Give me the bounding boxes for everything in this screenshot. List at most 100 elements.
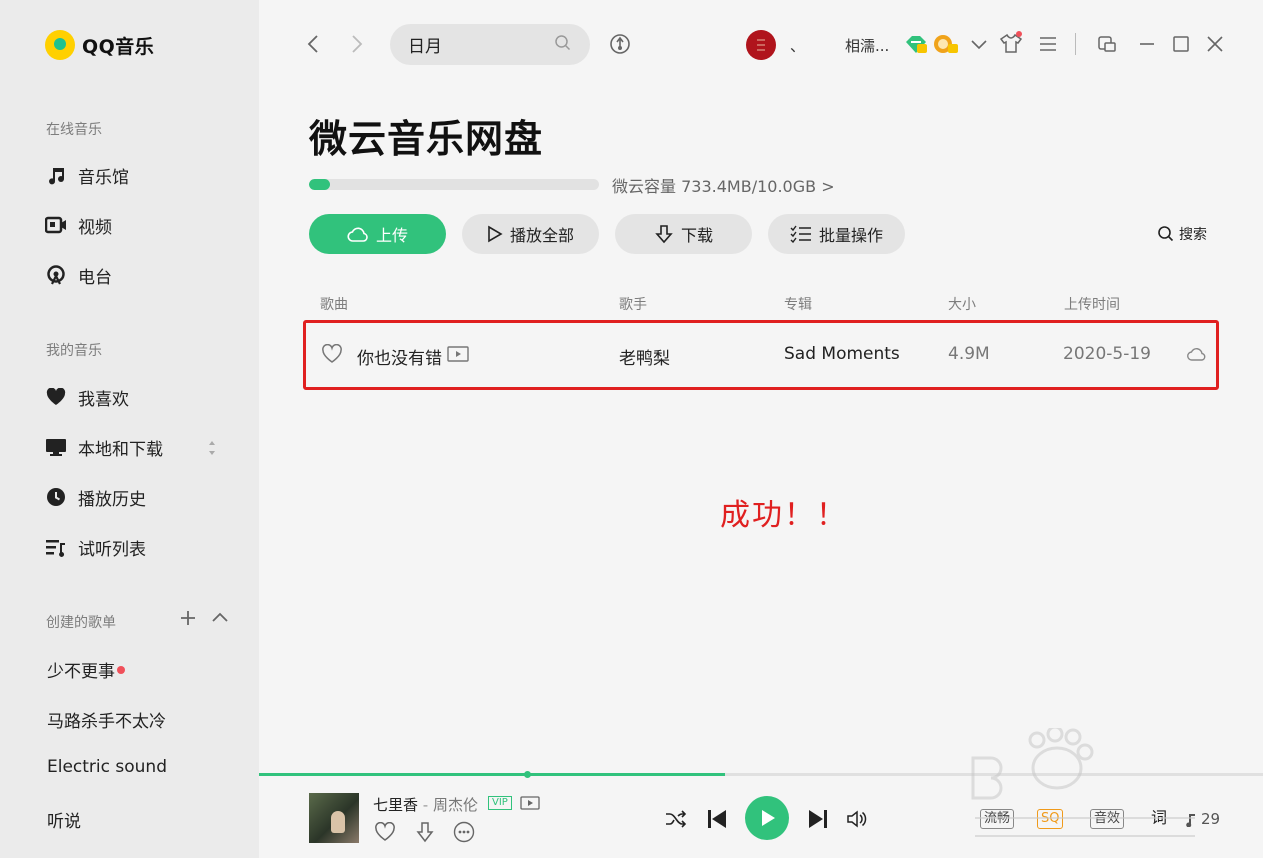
upload-button[interactable]: 上传 (309, 214, 446, 254)
playlist-count: 29 (1201, 810, 1221, 828)
storage-arrow: > (821, 177, 835, 196)
sidebar-item-history[interactable]: 播放历史 (45, 484, 146, 510)
play-button[interactable] (745, 796, 789, 840)
close-icon[interactable] (1203, 33, 1227, 55)
playlist-queue-button[interactable]: 29 (1182, 810, 1220, 828)
quality-toggle-sq[interactable]: SQ (1037, 809, 1064, 829)
play-outline-icon (488, 225, 503, 243)
next-track-icon[interactable] (805, 806, 831, 832)
sidebar-item-radio[interactable]: 电台 (45, 262, 112, 288)
album-cover[interactable] (309, 793, 359, 843)
play-icon (762, 810, 775, 826)
main-menu-icon[interactable] (1036, 33, 1060, 55)
sidebar-item-video[interactable]: 视频 (45, 212, 112, 238)
batch-operation-button[interactable]: 批量操作 (768, 214, 905, 254)
music-note-icon (45, 164, 67, 186)
maximize-icon[interactable] (1169, 33, 1193, 55)
storage-label: 微云容量 (612, 177, 677, 196)
song-title[interactable]: 你也没有错 (357, 344, 442, 369)
playlist-item[interactable]: 马路杀手不太冷 (47, 707, 166, 732)
mv-video-icon[interactable] (519, 794, 541, 812)
monitor-icon (45, 436, 67, 458)
sound-effect-toggle[interactable]: 音效 (1090, 809, 1125, 829)
playback-progress-bar[interactable] (259, 771, 1263, 778)
playlist-icon (45, 536, 67, 558)
voice-search-icon[interactable] (608, 32, 632, 56)
avatar[interactable] (746, 30, 776, 60)
now-playing-title: 七里香 (373, 796, 419, 814)
playlist-item[interactable]: 少不更事 (47, 657, 125, 682)
download-arrow-icon (655, 225, 673, 244)
sidebar-item-local-download[interactable]: 本地和下载 (45, 434, 163, 460)
like-heart-icon[interactable] (320, 343, 344, 365)
toolbar-divider (1075, 33, 1076, 55)
playlist-item-label: 少不更事 (47, 662, 115, 682)
sidebar-item-label: 播放历史 (78, 489, 146, 510)
search-input[interactable] (408, 34, 548, 55)
green-vip-badge-icon[interactable] (904, 33, 928, 55)
sidebar-item-label: 我喜欢 (78, 389, 129, 410)
clock-icon (45, 486, 67, 508)
playlist-item[interactable]: 听说 (47, 807, 81, 832)
more-options-icon[interactable] (452, 820, 476, 844)
app-logo-text: QQ音乐 (82, 35, 155, 58)
account-dropdown-chevron-icon[interactable] (968, 34, 990, 56)
column-header-album[interactable]: 专辑 (784, 294, 812, 314)
add-playlist-icon[interactable] (178, 608, 198, 632)
playlist-item[interactable]: Electric sound (47, 757, 167, 777)
heart-icon (45, 386, 67, 408)
now-playing-separator: - (422, 796, 429, 814)
sidebar-item-label: 本地和下载 (78, 439, 163, 460)
collapse-chevron-up-icon[interactable] (210, 608, 230, 632)
mv-video-icon[interactable] (447, 345, 469, 363)
back-chevron-icon[interactable] (302, 33, 324, 55)
column-header-song[interactable]: 歌曲 (320, 294, 348, 314)
storage-info-link[interactable]: 微云容量 733.4MB/10.0GB > (612, 173, 835, 197)
song-artist[interactable]: 老鸭梨 (619, 344, 670, 369)
like-heart-icon[interactable] (373, 821, 397, 843)
section-title-online: 在线音乐 (46, 122, 102, 138)
previous-track-icon[interactable] (704, 806, 730, 832)
app-logo[interactable]: QQ音乐 (45, 30, 154, 60)
now-playing-info[interactable]: 七里香 - 周杰伦 (373, 794, 478, 815)
shuffle-icon[interactable] (664, 807, 688, 831)
download-button-label: 下载 (680, 226, 713, 245)
sidebar-item-label: 试听列表 (78, 539, 146, 560)
search-icon[interactable] (554, 34, 572, 56)
vip-badge: VIP (488, 796, 512, 810)
column-header-upload-time[interactable]: 上传时间 (1064, 294, 1120, 314)
search-box[interactable] (390, 24, 590, 65)
username[interactable]: 相濡... (845, 35, 889, 56)
column-header-size[interactable]: 大小 (948, 294, 976, 314)
song-album[interactable]: Sad Moments (784, 344, 900, 364)
sidebar-item-label: 电台 (78, 267, 112, 288)
forward-chevron-icon[interactable] (346, 33, 368, 55)
mini-mode-icon[interactable] (1095, 33, 1119, 55)
minimize-icon[interactable] (1135, 33, 1159, 55)
song-upload-time: 2020-5-19 (1063, 344, 1151, 364)
level-badge-icon[interactable] (931, 33, 959, 55)
storage-value: 733.4MB/10.0GB (681, 177, 817, 196)
sidebar-item-favorites[interactable]: 我喜欢 (45, 384, 129, 410)
volume-icon[interactable] (845, 807, 869, 831)
play-all-button[interactable]: 播放全部 (462, 214, 599, 254)
storage-progress-fill (309, 179, 330, 190)
upload-button-label: 上传 (375, 226, 408, 245)
radio-icon (45, 264, 67, 286)
song-size: 4.9M (948, 344, 990, 364)
search-songs-button[interactable]: 搜索 (1157, 224, 1207, 244)
sidebar-item-label: 视频 (78, 217, 112, 238)
local-download-sort-icon[interactable] (206, 438, 218, 458)
page-title: 微云音乐网盘 (309, 117, 544, 161)
lyrics-toggle[interactable]: 词 (1148, 809, 1170, 827)
column-header-artist[interactable]: 歌手 (619, 294, 647, 314)
sidebar-item-trial-list[interactable]: 试听列表 (45, 534, 146, 560)
download-arrow-icon[interactable] (413, 820, 437, 844)
download-button[interactable]: 下载 (615, 214, 752, 254)
progress-knob[interactable] (524, 771, 531, 778)
qq-music-logo-icon (45, 30, 75, 60)
sidebar-item-music-hall[interactable]: 音乐馆 (45, 162, 129, 188)
sidebar: QQ音乐 在线音乐 音乐馆 视频 电台 我的音乐 我喜欢 本地和下载 播放历史 … (0, 0, 259, 858)
quality-toggle-standard[interactable]: 流畅 (980, 809, 1015, 829)
skin-tshirt-icon[interactable] (998, 30, 1024, 56)
